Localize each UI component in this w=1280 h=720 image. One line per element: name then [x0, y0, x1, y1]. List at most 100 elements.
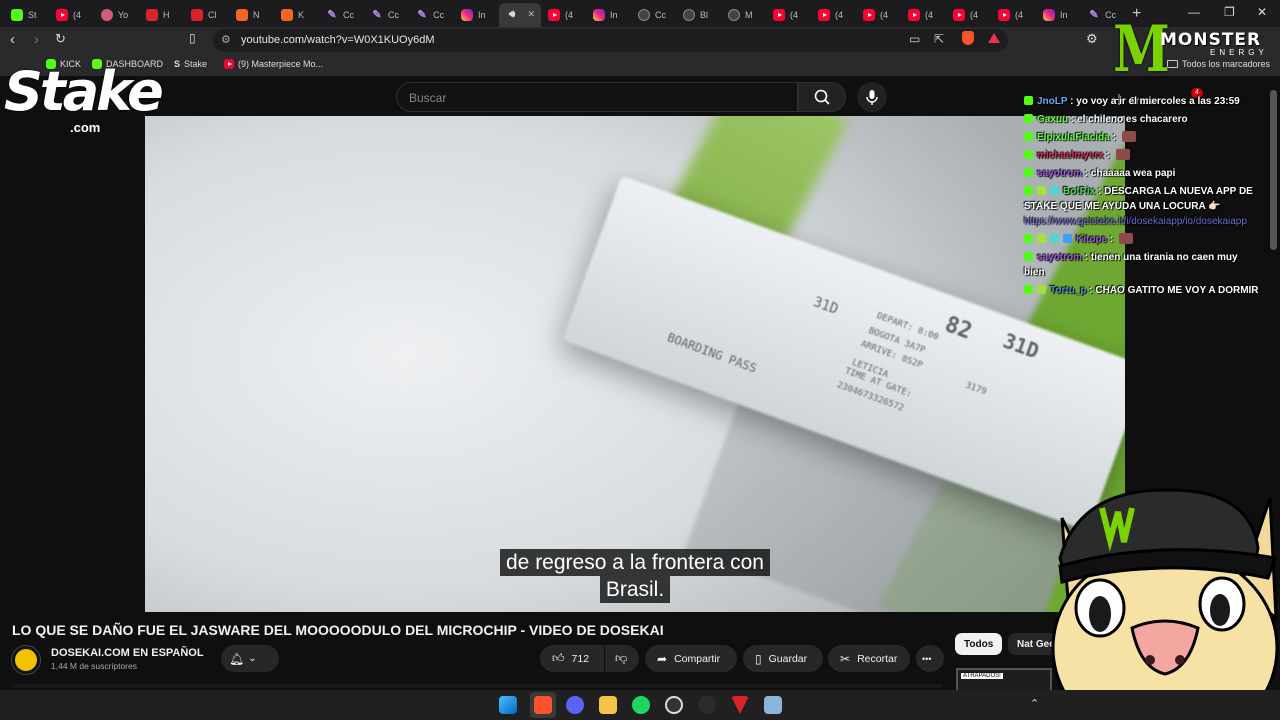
calculator-icon[interactable]	[764, 696, 782, 714]
cat-mascot-overlay	[1051, 488, 1279, 720]
chat-username[interactable]: JnoLP	[1037, 96, 1067, 107]
browser-tab[interactable]: (4	[811, 3, 856, 27]
minimize-button[interactable]: —	[1188, 5, 1200, 19]
bookmark-masterpiece[interactable]: (9) Masterpiece Mo...	[224, 59, 323, 69]
share-icon: ➦	[657, 651, 668, 666]
chat-message: sayotrom : chaaaaa wea papi	[1024, 166, 1260, 181]
chat-badge-icon	[1024, 96, 1033, 105]
microphone-icon	[866, 90, 878, 105]
reload-icon[interactable]: ↻	[55, 31, 66, 47]
browser-tab[interactable]: (4	[49, 3, 94, 27]
discord-icon[interactable]	[566, 696, 584, 714]
youtube-icon	[56, 8, 68, 21]
youtube-icon	[998, 8, 1010, 21]
chat-separator: :	[1095, 186, 1105, 197]
chat-text: chaaaaa wea papi	[1090, 168, 1176, 179]
file-explorer-icon[interactable]	[599, 696, 617, 714]
voice-search-button[interactable]	[857, 82, 887, 112]
forward-icon[interactable]: ›	[34, 31, 39, 48]
browser-toolbar: ‹ › ↻ ▯ ⚙ youtube.com/watch?v=W0X1KUOy6d…	[0, 27, 1280, 54]
brave-shields-icon[interactable]	[962, 31, 974, 45]
monster-claw-icon: M	[1113, 12, 1170, 87]
browser-tab[interactable]: In	[454, 3, 499, 27]
browser-tab[interactable]: 🔊︎ ✕	[499, 2, 541, 27]
close-tab-icon[interactable]: ✕	[527, 9, 535, 20]
url-text[interactable]: youtube.com/watch?v=W0X1KUOy6dM	[241, 34, 435, 46]
youtube-icon	[908, 8, 920, 21]
browser-tab[interactable]: (4	[856, 3, 901, 27]
like-button[interactable]: 👍︎ 712	[540, 645, 604, 672]
channel-name[interactable]: DOSEKAI.COM EN ESPAÑOL	[51, 647, 204, 659]
chat-link[interactable]: https://www.getstake.it/i/dosekaiapp/io/…	[1024, 216, 1247, 227]
chat-username[interactable]: Kitope	[1076, 234, 1107, 245]
chat-message: Tortu_p : CHAO GATITO ME VOY A DORMIR	[1024, 283, 1260, 298]
more-actions-button[interactable]: •••	[916, 645, 944, 672]
dislike-button[interactable]: 👎︎	[605, 645, 639, 672]
chip-todos[interactable]: Todos	[955, 633, 1003, 655]
video-player[interactable]: BOARDING PASS 31D 82 31D DEPART: 8:00 BO…	[145, 116, 1125, 612]
chevron-up-icon[interactable]: ⌃	[1030, 697, 1039, 710]
browser-tab[interactable]: In	[1036, 3, 1081, 27]
share-page-icon[interactable]: ⇱	[934, 32, 944, 46]
chat-badge-icon	[1024, 285, 1033, 294]
search-input[interactable]: Buscar	[396, 82, 798, 112]
notification-bell-button[interactable]: 🔔︎ ⌄	[221, 645, 279, 672]
browser-tab[interactable]: In	[586, 3, 631, 27]
chat-emote-icon	[1121, 131, 1136, 142]
app-icon[interactable]	[698, 696, 716, 714]
brave-rewards-icon[interactable]	[988, 33, 1000, 43]
subtitle-line-2: Brasil.	[145, 576, 1125, 603]
share-button[interactable]: ➦ Compartir	[645, 645, 737, 672]
browser-tab[interactable]: Cc	[631, 3, 676, 27]
chat-badge-icon	[1024, 186, 1033, 195]
spotify-icon[interactable]	[632, 696, 650, 714]
search-button[interactable]	[798, 82, 846, 112]
clip-button[interactable]: ✂ Recortar	[828, 645, 910, 672]
address-bar[interactable]: ⚙ youtube.com/watch?v=W0X1KUOy6dM ▭ ⇱	[213, 29, 1008, 52]
brave-browser-icon[interactable]	[534, 696, 552, 714]
browser-tab[interactable]: ✎ Cc	[319, 3, 364, 27]
video-title: LO QUE SE DAÑO FUE EL JASWARE DEL MOOOOO…	[12, 622, 664, 638]
browser-tab[interactable]: M	[721, 3, 766, 27]
browser-tab[interactable]: ✎ Cc	[364, 3, 409, 27]
chat-username[interactable]: ElpixulaFlacida	[1037, 132, 1110, 143]
browser-tab[interactable]: Cl	[184, 3, 229, 27]
browser-tab[interactable]: N	[229, 3, 274, 27]
maximize-button[interactable]: ❐	[1224, 5, 1235, 19]
chat-username[interactable]: sayotrom	[1037, 252, 1082, 263]
browser-tab[interactable]: (4	[766, 3, 811, 27]
browser-tab[interactable]: Bl	[676, 3, 721, 27]
chat-username[interactable]: BotRix	[1063, 186, 1095, 197]
obs-icon[interactable]	[665, 696, 683, 714]
windows-start-icon[interactable]	[499, 696, 517, 714]
browser-tab[interactable]: (4	[541, 3, 586, 27]
page-scrollbar[interactable]	[1270, 90, 1277, 250]
site-info-icon[interactable]: ⚙	[221, 33, 231, 46]
browser-tab[interactable]: ✎ Cc	[409, 3, 454, 27]
chat-username[interactable]: Gaxuu	[1037, 114, 1068, 125]
tab-label: H	[163, 9, 170, 20]
browser-tab[interactable]: (4	[946, 3, 991, 27]
tab-label: M	[745, 9, 753, 20]
channel-avatar[interactable]	[11, 645, 41, 675]
browser-tab[interactable]: (4	[901, 3, 946, 27]
cast-icon[interactable]: ▭	[909, 32, 920, 46]
chat-username[interactable]: michaelmyerx	[1037, 150, 1104, 161]
chat-username[interactable]: sayotrom	[1037, 168, 1082, 179]
youtube-icon	[818, 8, 830, 21]
save-button[interactable]: ▯ Guardar	[743, 645, 823, 672]
recommended-thumbnail[interactable]: ATRAPADOS!	[956, 668, 1052, 690]
browser-tab[interactable]: St	[4, 3, 49, 27]
bookmark-icon[interactable]: ▯	[189, 31, 196, 45]
browser-tab[interactable]: Yo	[94, 3, 139, 27]
tab-label: (4	[880, 9, 889, 20]
browser-tab[interactable]: (4	[991, 3, 1036, 27]
back-icon[interactable]: ‹	[10, 31, 15, 48]
chat-message: JnoLP : yo voy a ir el miercoles a las 2…	[1024, 94, 1260, 109]
browser-tab[interactable]: K	[274, 3, 319, 27]
close-window-button[interactable]: ✕	[1257, 5, 1267, 19]
tab-label: (4	[790, 9, 799, 20]
extensions-icon[interactable]: ⚙	[1086, 31, 1098, 47]
browser-tab[interactable]: H	[139, 3, 184, 27]
chat-username[interactable]: Tortu_p	[1050, 285, 1086, 296]
